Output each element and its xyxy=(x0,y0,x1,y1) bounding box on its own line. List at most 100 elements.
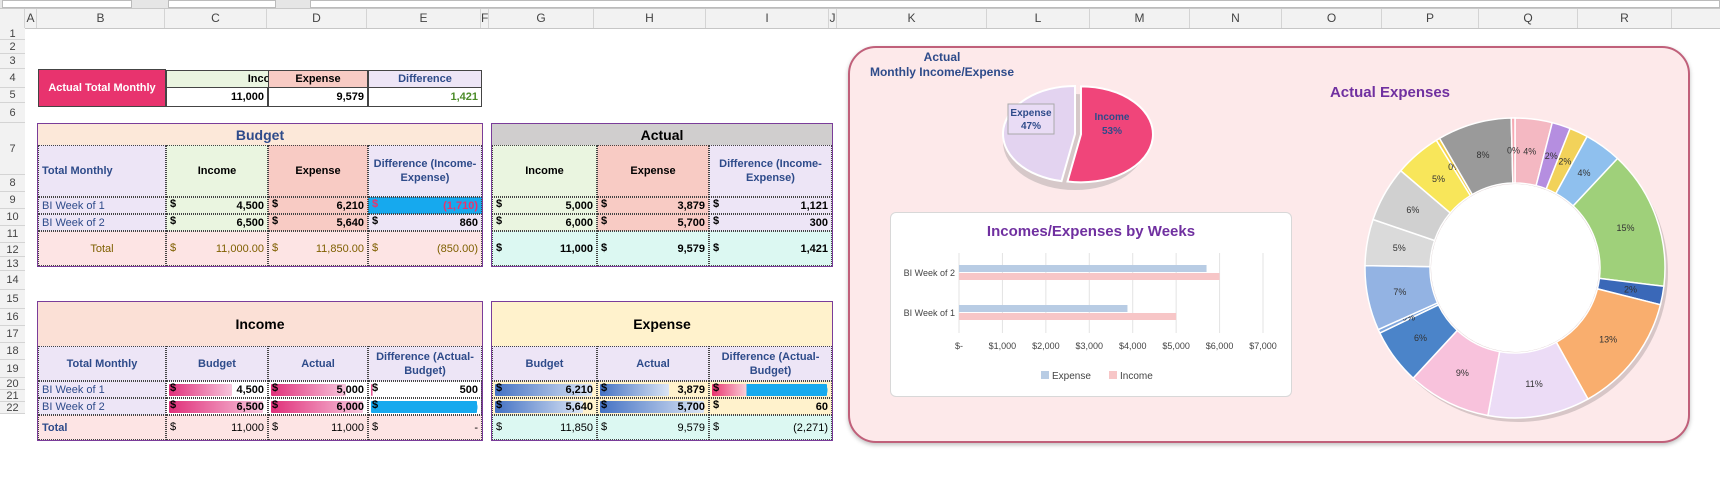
row-header-12[interactable]: 12 xyxy=(0,243,25,257)
summary-difference-header[interactable]: Difference xyxy=(368,70,482,88)
column-header-M[interactable]: M xyxy=(1090,9,1190,28)
budget-row-label[interactable]: BI Week of 1 xyxy=(38,197,166,214)
column-header-H[interactable]: H xyxy=(594,9,706,28)
column-header-P[interactable]: P xyxy=(1382,9,1479,28)
column-header-A[interactable]: A xyxy=(25,9,37,28)
column-header-D[interactable]: D xyxy=(267,9,367,28)
formula-input[interactable] xyxy=(310,0,1720,8)
row-header-21[interactable]: 21 xyxy=(0,390,25,402)
row-header-5[interactable]: 5 xyxy=(0,88,25,103)
column-header-O[interactable]: O xyxy=(1282,9,1382,28)
expense-cmp-header-actual[interactable]: Actual xyxy=(597,346,709,381)
row-header-3[interactable]: 3 xyxy=(0,54,25,69)
bar-expense[interactable] xyxy=(959,265,1207,272)
budget-header-total-monthly[interactable]: Total Monthly xyxy=(38,145,166,197)
row-header-7[interactable]: 7 xyxy=(0,123,25,175)
income-cmp-total-label[interactable]: Total xyxy=(38,415,166,440)
column-header-J[interactable]: J xyxy=(829,9,837,28)
row-header-15[interactable]: 15 xyxy=(0,290,25,309)
budget-header-difference[interactable]: Difference (Income-Expense) xyxy=(368,145,482,197)
income-cmp-row-label[interactable]: BI Week of 1 xyxy=(38,381,166,398)
income-cmp-total-budget[interactable]: $11,000 xyxy=(166,415,268,440)
column-header-R[interactable]: R xyxy=(1578,9,1672,28)
row-header-2[interactable]: 2 xyxy=(0,40,25,54)
actual-title[interactable]: Actual xyxy=(492,124,832,145)
bar-income[interactable] xyxy=(959,273,1220,280)
actual-header-income[interactable]: Income xyxy=(492,145,597,197)
actual-row-income[interactable]: $5,000 xyxy=(492,197,597,214)
summary-label[interactable]: Actual Total Monthly xyxy=(38,69,166,107)
row-header-10[interactable]: 10 xyxy=(0,209,25,226)
expense-cmp-row-difference[interactable]: $ (2,331) xyxy=(709,381,832,398)
budget-header-expense[interactable]: Expense xyxy=(268,145,368,197)
budget-total-income[interactable]: $11,000.00 xyxy=(166,231,268,266)
column-header-N[interactable]: N xyxy=(1190,9,1282,28)
column-header-K[interactable]: K xyxy=(837,9,987,28)
actual-header-expense[interactable]: Expense xyxy=(597,145,709,197)
row-header-13[interactable]: 13 xyxy=(0,257,25,271)
income-cmp-row-budget[interactable]: $6,500 xyxy=(166,398,268,415)
column-header-E[interactable]: E xyxy=(367,9,481,28)
formula-function-box[interactable] xyxy=(168,0,276,8)
income-cmp-total-difference[interactable]: $ - xyxy=(368,415,482,440)
budget-row-expense[interactable]: $6,210 xyxy=(268,197,368,214)
actual-row-expense[interactable]: $3,879 xyxy=(597,197,709,214)
income-cmp-row-difference[interactable]: $ (500) xyxy=(368,398,482,415)
actual-row-income[interactable]: $6,000 xyxy=(492,214,597,231)
column-header-F[interactable]: F xyxy=(481,9,489,28)
income-cmp-row-budget[interactable]: $4,500 xyxy=(166,381,268,398)
expense-cmp-total-actual[interactable]: $9,579 xyxy=(597,415,709,440)
summary-expense-header[interactable]: Expense xyxy=(268,70,368,88)
income-cmp-header-actual[interactable]: Actual xyxy=(268,346,368,381)
actual-header-difference[interactable]: Difference (Income-Expense) xyxy=(709,145,832,197)
expense-cmp-row-actual[interactable]: $3,879 xyxy=(597,381,709,398)
expense-cmp-header-budget[interactable]: Budget xyxy=(492,346,597,381)
summary-difference-value[interactable]: 1,421 xyxy=(368,88,482,107)
actual-row-difference[interactable]: $1,121 xyxy=(709,197,832,214)
column-header-L[interactable]: L xyxy=(987,9,1090,28)
budget-row-difference[interactable]: $ (1,710) xyxy=(368,197,482,214)
expense-cmp-row-budget[interactable]: $6,210 xyxy=(492,381,597,398)
row-header-22[interactable]: 22 xyxy=(0,402,25,414)
row-header-4[interactable]: 4 xyxy=(0,69,25,88)
income-cmp-header-total-monthly[interactable]: Total Monthly xyxy=(38,346,166,381)
summary-income-value[interactable]: 11,000 xyxy=(166,88,268,107)
budget-header-income[interactable]: Income xyxy=(166,145,268,197)
bar-income[interactable] xyxy=(959,313,1177,320)
expense-cmp-row-budget[interactable]: $5,640 xyxy=(492,398,597,415)
actual-total-income[interactable]: $11,000 xyxy=(492,231,597,266)
summary-expense-value[interactable]: 9,579 xyxy=(268,88,368,107)
budget-total-label[interactable]: Total xyxy=(38,231,166,266)
bar-expense[interactable] xyxy=(959,305,1128,312)
income-cmp-row-difference[interactable]: $500 xyxy=(368,381,482,398)
income-cmp-total-actual[interactable]: $11,000 xyxy=(268,415,368,440)
expense-cmp-header-difference[interactable]: Difference (Actual-Budget) xyxy=(709,346,832,381)
expense-cmp-row-actual[interactable]: $5,700 xyxy=(597,398,709,415)
row-header-11[interactable]: 11 xyxy=(0,226,25,243)
bar-chart-area[interactable]: Incomes/Expenses by Weeks $- $1,000 $2,000… xyxy=(890,212,1292,397)
row-header-9[interactable]: 9 xyxy=(0,192,25,209)
income-cmp-title[interactable]: Income xyxy=(38,302,482,346)
row-header-17[interactable]: 17 xyxy=(0,326,25,343)
expense-cmp-row-difference[interactable]: $60 xyxy=(709,398,832,415)
budget-total-expense[interactable]: $11,850.00 xyxy=(268,231,368,266)
select-all-corner[interactable] xyxy=(0,9,25,28)
income-cmp-row-label[interactable]: BI Week of 2 xyxy=(38,398,166,415)
row-header-8[interactable]: 8 xyxy=(0,175,25,192)
expense-cmp-total-difference[interactable]: $ (2,271) xyxy=(709,415,832,440)
row-header-6[interactable]: 6 xyxy=(0,103,25,123)
income-cmp-header-difference[interactable]: Difference (Actual-Budget) xyxy=(368,346,482,381)
column-header-C[interactable]: C xyxy=(165,9,267,28)
actual-total-expense[interactable]: $9,579 xyxy=(597,231,709,266)
income-cmp-row-actual[interactable]: $5,000 xyxy=(268,381,368,398)
budget-row-expense[interactable]: $5,640 xyxy=(268,214,368,231)
row-header-20[interactable]: 20 xyxy=(0,378,25,390)
budget-row-difference[interactable]: $860 xyxy=(368,214,482,231)
column-header-B[interactable]: B xyxy=(37,9,165,28)
row-header-19[interactable]: 19 xyxy=(0,360,25,378)
column-header-I[interactable]: I xyxy=(706,9,829,28)
budget-row-income[interactable]: $6,500 xyxy=(166,214,268,231)
row-header-14[interactable]: 14 xyxy=(0,271,25,290)
pie-chart[interactable]: Expense 47% Income 53% xyxy=(990,62,1160,202)
income-cmp-row-actual[interactable]: $6,000 xyxy=(268,398,368,415)
